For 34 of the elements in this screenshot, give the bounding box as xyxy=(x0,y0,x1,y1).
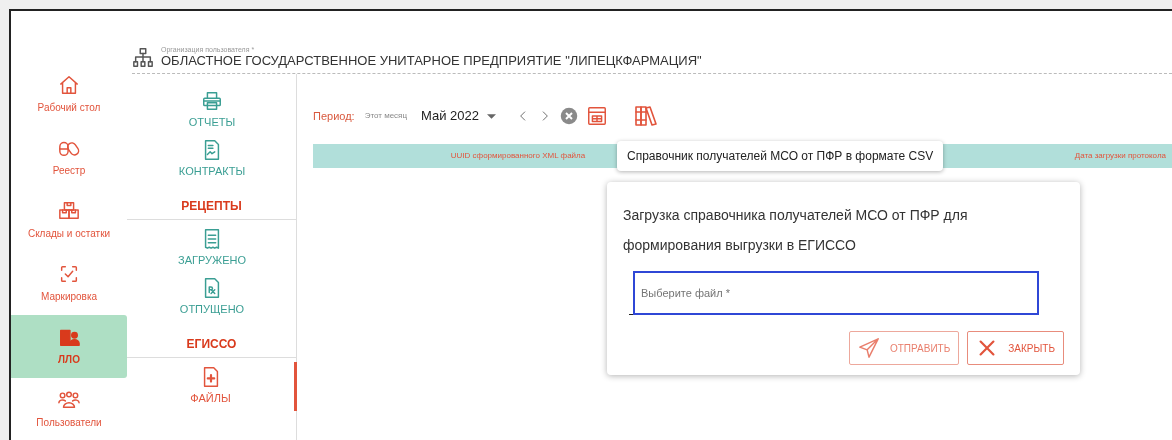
column-header[interactable]: Дата загрузки протокола xyxy=(1074,150,1172,162)
nav-link[interactable]: ОТПУЩЕНО xyxy=(127,272,297,321)
nav-link[interactable]: ОТЧЕТЫ xyxy=(127,86,297,135)
sidebar-item[interactable]: Рабочий стол xyxy=(11,63,127,126)
house-icon xyxy=(58,74,80,96)
calendar-icon xyxy=(586,105,608,127)
boxes-icon xyxy=(58,200,80,222)
organization-name: ОБЛАСТНОЕ ГОСУДАРСТВЕННОЕ УНИТАРНОЕ ПРЕДПРИЯТИЕ "ЛИПЕЦКФАРМАЦИЯ" xyxy=(161,53,702,69)
hierarchy-icon xyxy=(132,46,154,69)
section-heading: ЕГИССО xyxy=(127,321,296,358)
period-label: Период: xyxy=(313,108,355,124)
clear-icon[interactable] xyxy=(560,107,578,125)
send-icon xyxy=(858,337,880,359)
close-button[interactable]: ЗАКРЫТЬ xyxy=(967,331,1064,365)
books-icon xyxy=(634,104,658,128)
tooltip: Справочник получателей МСО от ПФР в формате CSV xyxy=(617,141,944,171)
month-dropdown[interactable]: Май 2022 xyxy=(421,106,479,126)
sidebar-item[interactable]: Пользователи xyxy=(11,378,127,440)
caret-icon[interactable] xyxy=(487,113,496,119)
sidebar-item[interactable]: Склады и остатки xyxy=(11,189,127,252)
users-icon xyxy=(58,389,80,411)
section-heading: РЕЦЕПТЫ xyxy=(127,183,296,220)
period-hint[interactable]: Этот месяц xyxy=(364,110,407,122)
file-input-field[interactable]: Выберите файл * xyxy=(633,270,1039,315)
sidebar-item[interactable]: Маркировка xyxy=(11,252,127,315)
sidebar-item[interactable]: ЛЛО xyxy=(11,315,127,378)
nav-link[interactable]: ФАЙЛЫ xyxy=(127,362,297,411)
dialog-title: Загрузка справочника получателей МСО от ПФР для формирования выгрузки в ЕГИССО xyxy=(623,206,969,255)
scan-check-icon xyxy=(58,263,80,285)
printer-icon xyxy=(201,90,223,112)
send-button[interactable]: ОТПРАВИТЬ xyxy=(849,331,960,365)
nav-link[interactable]: ЗАГРУЖЕНО xyxy=(127,224,297,273)
nav-link[interactable]: КОНТРАКТЫ xyxy=(127,134,297,183)
sidebar-item[interactable]: Реестр xyxy=(11,126,127,189)
